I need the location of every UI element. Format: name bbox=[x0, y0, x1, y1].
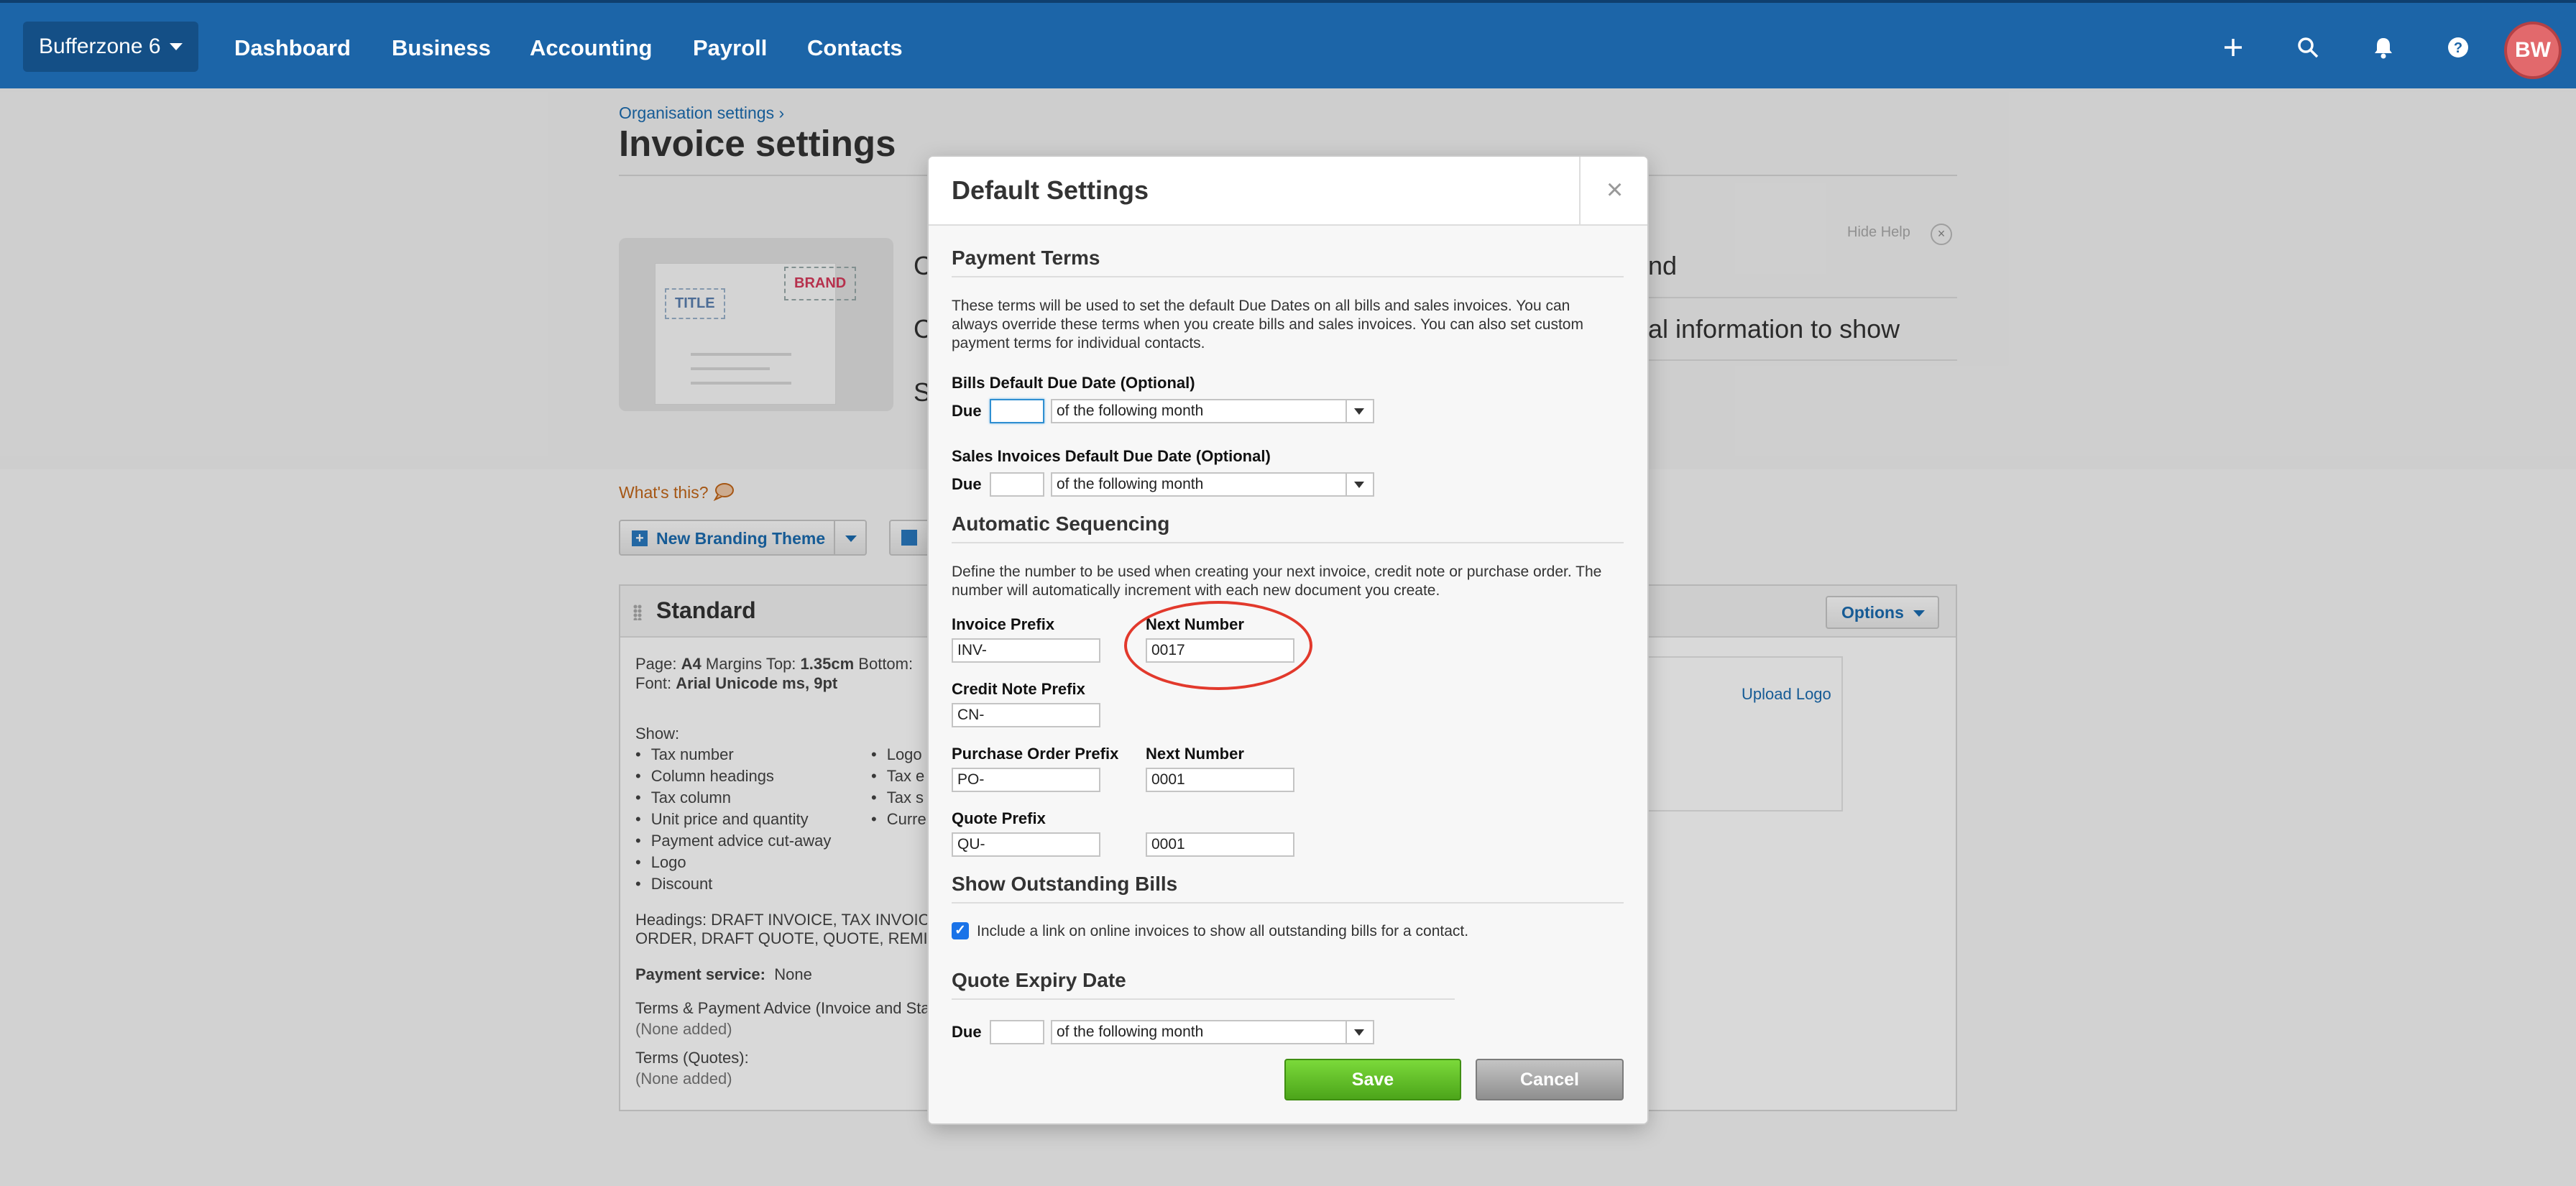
chevron-down-icon bbox=[169, 43, 183, 50]
outstanding-bills-heading: Show Outstanding Bills bbox=[952, 873, 1178, 895]
bills-due-day-input[interactable] bbox=[990, 399, 1044, 423]
nav-payroll[interactable]: Payroll bbox=[693, 35, 767, 61]
section-divider bbox=[952, 998, 1455, 1000]
org-name: Bufferzone 6 bbox=[39, 35, 161, 58]
chevron-down-icon[interactable] bbox=[1346, 400, 1373, 422]
bell-icon[interactable] bbox=[2365, 29, 2402, 66]
invoice-prefix-label: Invoice Prefix bbox=[952, 615, 1055, 633]
quote-expiry-day-input[interactable] bbox=[990, 1020, 1044, 1044]
svg-text:?: ? bbox=[2454, 40, 2462, 56]
search-icon[interactable] bbox=[2289, 29, 2327, 66]
save-button[interactable]: Save bbox=[1284, 1059, 1461, 1100]
po-prefix-input[interactable] bbox=[952, 768, 1100, 792]
section-divider bbox=[952, 276, 1624, 277]
nav-dashboard[interactable]: Dashboard bbox=[234, 35, 351, 61]
po-next-number-label: Next Number bbox=[1146, 745, 1244, 763]
quote-expiry-type-select[interactable]: of the following month bbox=[1051, 1020, 1374, 1044]
quote-next-number-input[interactable] bbox=[1146, 832, 1294, 857]
add-icon[interactable] bbox=[2214, 29, 2252, 66]
payment-terms-description: These terms will be used to set the defa… bbox=[952, 298, 1583, 351]
due-label: Due bbox=[952, 475, 982, 493]
avatar[interactable]: BW bbox=[2504, 22, 2562, 79]
outstanding-bills-checkbox[interactable]: ✓ bbox=[952, 922, 969, 939]
bills-due-type-select[interactable]: of the following month bbox=[1051, 399, 1374, 423]
quote-expiry-heading: Quote Expiry Date bbox=[952, 969, 1126, 991]
dialog-title: Default Settings bbox=[952, 175, 1149, 205]
sales-due-day-input[interactable] bbox=[990, 472, 1044, 497]
chevron-down-icon[interactable] bbox=[1346, 1021, 1373, 1043]
nav-accounting[interactable]: Accounting bbox=[530, 35, 653, 61]
help-icon[interactable]: ? bbox=[2439, 29, 2477, 66]
po-next-number-input[interactable] bbox=[1146, 768, 1294, 792]
select-value: of the following month bbox=[1057, 1024, 1204, 1040]
due-label: Due bbox=[952, 1023, 982, 1041]
sequencing-heading: Automatic Sequencing bbox=[952, 512, 1170, 535]
cancel-button[interactable]: Cancel bbox=[1476, 1059, 1624, 1100]
section-divider bbox=[952, 542, 1624, 543]
sales-due-label: Sales Invoices Default Due Date (Optiona… bbox=[952, 447, 1271, 465]
payment-terms-heading: Payment Terms bbox=[952, 247, 1100, 269]
outstanding-bills-checkbox-label: Include a link on online invoices to sho… bbox=[977, 923, 1469, 939]
chevron-down-icon[interactable] bbox=[1346, 474, 1373, 495]
quote-prefix-label: Quote Prefix bbox=[952, 809, 1046, 827]
po-prefix-label: Purchase Order Prefix bbox=[952, 745, 1119, 763]
due-label: Due bbox=[952, 402, 982, 420]
select-value: of the following month bbox=[1057, 403, 1204, 419]
close-icon[interactable]: × bbox=[1579, 157, 1647, 224]
quote-prefix-input[interactable] bbox=[952, 832, 1100, 857]
bills-due-label: Bills Default Due Date (Optional) bbox=[952, 374, 1195, 392]
section-divider bbox=[952, 902, 1624, 904]
highlight-ring bbox=[1124, 601, 1312, 690]
sequencing-description: Define the number to be used when creati… bbox=[952, 564, 1602, 599]
sales-due-type-select[interactable]: of the following month bbox=[1051, 472, 1374, 497]
top-nav-bar: Bufferzone 6 Dashboard Business Accounti… bbox=[0, 0, 2576, 88]
dialog-header: Default Settings × bbox=[929, 157, 1647, 226]
nav-contacts[interactable]: Contacts bbox=[807, 35, 903, 61]
nav-business[interactable]: Business bbox=[392, 35, 491, 61]
invoice-prefix-input[interactable] bbox=[952, 638, 1100, 663]
org-switcher[interactable]: Bufferzone 6 bbox=[23, 22, 198, 72]
credit-note-prefix-input[interactable] bbox=[952, 703, 1100, 727]
select-value: of the following month bbox=[1057, 476, 1204, 492]
credit-note-prefix-label: Credit Note Prefix bbox=[952, 680, 1085, 698]
